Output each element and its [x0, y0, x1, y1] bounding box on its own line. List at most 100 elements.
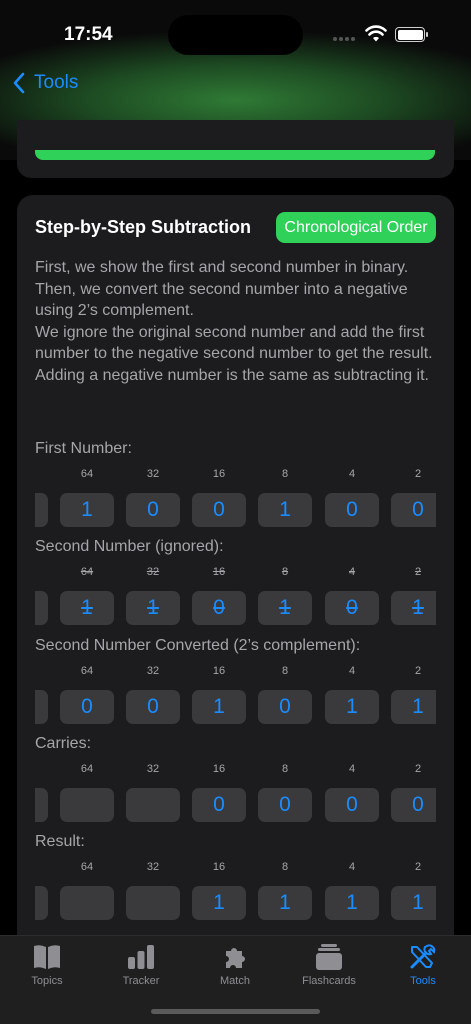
- place-value-label: 32: [146, 665, 160, 677]
- bit-cell: 1: [391, 886, 436, 920]
- bit-column: 41: [325, 664, 379, 724]
- subtraction-card: Step-by-Step Subtraction Chronological O…: [17, 195, 454, 955]
- row-label: Carries:: [35, 735, 92, 752]
- bit-cell: 0: [60, 690, 114, 724]
- place-value-label: 32: [146, 468, 160, 480]
- bit-cell: 1: [126, 591, 180, 625]
- tab-label: Match: [220, 975, 250, 987]
- place-value-label: 8: [281, 665, 289, 677]
- bit-value: 1: [81, 498, 93, 521]
- bit-value: 1: [213, 891, 225, 914]
- place-value-label: 16: [212, 861, 226, 873]
- place-value-label: 4: [348, 763, 356, 775]
- bit-cell: 1: [192, 690, 246, 724]
- bit-column: 16 0: [192, 565, 246, 625]
- bit-cell: 1: [258, 493, 312, 527]
- back-button[interactable]: Tools: [12, 72, 78, 94]
- bit-value: 0: [412, 498, 424, 521]
- row-label: First Number:: [35, 440, 132, 457]
- bit-cell: 0: [192, 493, 246, 527]
- bit-column: 32 1: [126, 565, 180, 625]
- bit-value: 1: [346, 891, 358, 914]
- bit-cell: [35, 788, 48, 822]
- place-value-label: 128: [35, 467, 48, 481]
- bit-cell: 1: [60, 591, 114, 625]
- bit-value: 1: [279, 891, 291, 914]
- place-value-label: 2: [414, 566, 422, 578]
- bit-column: 40: [325, 762, 379, 822]
- row-label: Second Number Converted (2’s complement)…: [35, 637, 361, 654]
- bit-cell: 0: [391, 493, 436, 527]
- bit-value: 0: [346, 498, 358, 521]
- bit-cell: 0: [35, 591, 48, 625]
- description-line: Then, we convert the second number into …: [35, 280, 408, 320]
- description-line: First, we show the first and second numb…: [35, 259, 409, 276]
- bit-column: 64 1: [60, 565, 114, 625]
- bit-cell: 1: [192, 886, 246, 920]
- bit-column: 81: [258, 467, 312, 527]
- bit-column: 21: [391, 664, 436, 724]
- place-value-label: 32: [146, 763, 160, 775]
- tab-tools[interactable]: Tools: [383, 943, 463, 987]
- place-value-label: 8: [281, 468, 289, 480]
- bit-column: 81: [258, 565, 312, 625]
- place-value-label: 2: [414, 468, 422, 480]
- tab-flashcards[interactable]: Flashcards: [289, 943, 369, 987]
- tab-label: Tools: [410, 975, 436, 987]
- bit-column: 64: [60, 762, 114, 822]
- chronological-order-button[interactable]: Chronological Order: [276, 212, 436, 243]
- place-value-label: 32: [146, 861, 160, 873]
- bit-cell: 0: [126, 690, 180, 724]
- bit-column: 41: [325, 860, 379, 920]
- bit-value: 0: [346, 793, 358, 816]
- battery-icon: [395, 27, 428, 42]
- bit-column: 32 0: [126, 467, 180, 527]
- bit-cell: 1: [258, 591, 312, 625]
- place-value-label: 64: [80, 861, 94, 873]
- bit-row: 1281640320161804121: [35, 664, 436, 724]
- bit-column: 21: [391, 860, 436, 920]
- bit-cell: [126, 886, 180, 920]
- bit-cell: 0: [192, 591, 246, 625]
- bit-value: 1: [147, 596, 159, 619]
- bit-column: 128 0: [35, 467, 48, 527]
- bit-value: 0: [346, 596, 358, 619]
- tab-label: Topics: [31, 975, 63, 987]
- bit-column: 64 1: [60, 467, 114, 527]
- bit-cell: 1: [35, 690, 48, 724]
- bit-cell: 1: [325, 886, 379, 920]
- dynamic-island: [168, 15, 303, 55]
- bit-column: 80: [258, 762, 312, 822]
- bit-column: 16 0: [192, 467, 246, 527]
- bit-cell: 0: [325, 493, 379, 527]
- wifi-icon: [365, 25, 387, 42]
- card-description: First, we show the first and second numb…: [35, 257, 439, 386]
- bit-cell: 1: [258, 886, 312, 920]
- bit-cell: 0: [325, 591, 379, 625]
- row-label: Result:: [35, 833, 85, 850]
- card-title: Step-by-Step Subtraction: [35, 217, 252, 237]
- tab-tracker[interactable]: Tracker: [101, 943, 181, 987]
- bit-cell: 1: [391, 591, 436, 625]
- tab-label: Tracker: [122, 975, 160, 987]
- description-line: We ignore the original second number and…: [35, 323, 433, 363]
- place-value-label: 8: [281, 566, 289, 578]
- previous-card-button[interactable]: [35, 150, 435, 160]
- bit-value: 1: [213, 695, 225, 718]
- bit-column: 32: [126, 860, 180, 920]
- place-value-label: 4: [348, 468, 356, 480]
- bit-column: 40: [325, 565, 379, 625]
- bit-value: 1: [412, 596, 424, 619]
- tab-match[interactable]: Match: [195, 943, 275, 987]
- bit-column: 16 0: [192, 762, 246, 822]
- place-value-label: 64: [80, 763, 94, 775]
- book-icon: [34, 945, 60, 969]
- bit-value: 0: [279, 793, 291, 816]
- bit-cell: [35, 886, 48, 920]
- tab-topics[interactable]: Topics: [7, 943, 87, 987]
- bit-value: 0: [213, 793, 225, 816]
- bit-cell: [126, 788, 180, 822]
- bit-value: 0: [213, 596, 225, 619]
- bit-column: 128 1: [35, 664, 48, 724]
- place-value-label: 16: [212, 665, 226, 677]
